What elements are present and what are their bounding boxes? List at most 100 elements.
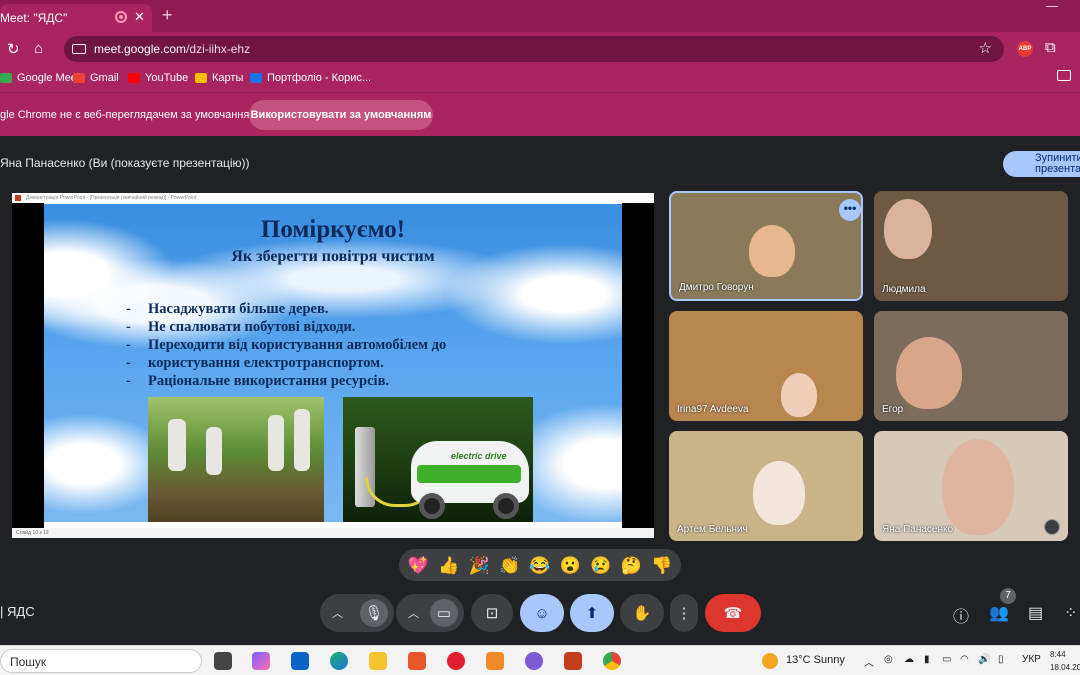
- participant-name: Дмитро Говорун: [679, 282, 754, 293]
- browser-toolbar: ↻ ⌂ meet.google.com/dzi-iihx-ehz ☆ ABP ⧉: [0, 32, 1080, 66]
- participant-video: [781, 373, 817, 417]
- microphone-icon[interactable]: 🎙: [360, 599, 388, 627]
- slide-bullet-continuation: користування електротранспортом.: [126, 354, 446, 372]
- extensions-icon[interactable]: ⧉: [1045, 39, 1056, 56]
- bookmark-youtube[interactable]: YouTube: [128, 72, 188, 84]
- portfolio-icon: [250, 73, 262, 83]
- thumbs-down-reaction-icon[interactable]: 👎: [651, 557, 672, 574]
- clock-date: 18.04.20: [1050, 663, 1080, 672]
- set-default-button[interactable]: Використовувати за умовчанням: [249, 100, 433, 130]
- file-explorer-icon[interactable]: [369, 652, 387, 670]
- bookmark-maps[interactable]: Карты: [195, 72, 243, 84]
- app-icon[interactable]: [486, 652, 504, 670]
- stop-presenting-button[interactable]: Зупинити презентацію: [1003, 151, 1080, 177]
- app-icon[interactable]: [408, 652, 426, 670]
- sparkling-heart-reaction-icon[interactable]: 💖: [408, 557, 429, 574]
- edge-icon[interactable]: [330, 652, 348, 670]
- bookmarks-bar: Google Meet Gmail YouTube Карты Портфолі…: [0, 66, 1080, 92]
- folder-icon[interactable]: [1057, 70, 1071, 81]
- tray-chevron-icon[interactable]: ︿: [864, 654, 874, 669]
- more-options-icon[interactable]: •••: [839, 199, 861, 221]
- participant-tile[interactable]: Артем Бельнич: [669, 431, 863, 541]
- participant-video: [749, 225, 795, 277]
- participant-tile[interactable]: Людмила: [874, 191, 1068, 301]
- participant-tile[interactable]: Яна Панасенко: [874, 431, 1068, 541]
- minimize-icon[interactable]: [1046, 6, 1058, 7]
- copilot-icon[interactable]: [252, 652, 270, 670]
- stop-label-line2: презентацію: [1035, 163, 1080, 175]
- chat-icon[interactable]: ▤: [1028, 603, 1043, 623]
- browser-tab[interactable]: Meet: "ЯДС" ✕: [0, 4, 152, 32]
- surprised-reaction-icon[interactable]: 😮: [560, 557, 581, 574]
- volume-icon[interactable]: 🔊: [978, 654, 990, 665]
- slide-bullet: Переходити від користування автомобілем …: [126, 336, 446, 354]
- ppt-status-bar: Слайд 10 з 12: [12, 528, 654, 538]
- person-figure: [206, 427, 222, 475]
- activities-icon[interactable]: ⁘: [1064, 603, 1077, 623]
- wifi-icon[interactable]: ◠: [960, 654, 969, 665]
- taskbar-search[interactable]: Пошук: [0, 649, 202, 673]
- thinking-reaction-icon[interactable]: 🤔: [621, 557, 642, 574]
- slide-letterbox-left: [12, 203, 44, 528]
- microphone-control: ︿ 🎙: [320, 594, 394, 632]
- powerpoint-taskbar-icon[interactable]: [564, 652, 582, 670]
- language-indicator[interactable]: УКР: [1022, 654, 1041, 665]
- close-tab-icon[interactable]: ✕: [134, 9, 145, 25]
- more-options-button[interactable]: ⋮: [670, 594, 698, 632]
- gmail-icon: [73, 73, 85, 83]
- sad-reaction-icon[interactable]: 😢: [590, 557, 611, 574]
- leave-call-button[interactable]: ☎: [705, 594, 761, 632]
- bookmark-portfolio[interactable]: Портфоліо - Корис...: [250, 72, 371, 84]
- video-options-chevron-icon[interactable]: ︿: [408, 605, 419, 621]
- participant-name: Артем Бельнич: [677, 524, 748, 535]
- new-tab-icon[interactable]: +: [162, 5, 173, 26]
- laugh-reaction-icon[interactable]: 😂: [529, 557, 550, 574]
- tab-bar: Meet: "ЯДС" ✕ +: [0, 0, 1080, 32]
- home-icon[interactable]: ⌂: [34, 40, 43, 57]
- viber-icon[interactable]: [525, 652, 543, 670]
- participant-video: [942, 439, 1014, 535]
- infobar-message: gle Chrome не є веб-переглядачем за умов…: [0, 109, 257, 121]
- party-reaction-icon[interactable]: 🎉: [469, 557, 490, 574]
- people-icon[interactable]: 👥: [989, 603, 1009, 623]
- captions-button[interactable]: ⊡: [471, 594, 513, 632]
- chrome-icon[interactable]: [603, 652, 621, 670]
- audio-options-chevron-icon[interactable]: ︿: [332, 605, 343, 621]
- clap-reaction-icon[interactable]: 👏: [499, 557, 520, 574]
- battery-status-icon[interactable]: ▯: [998, 654, 1004, 665]
- hand-icon: ✋: [632, 605, 652, 622]
- onedrive-icon[interactable]: ☁: [904, 654, 914, 665]
- participant-tile[interactable]: Irina97 Avdeeva: [669, 311, 863, 421]
- raise-hand-button[interactable]: ✋: [620, 594, 664, 632]
- camera-icon[interactable]: ▭: [430, 599, 458, 627]
- bookmark-gmail[interactable]: Gmail: [73, 72, 119, 84]
- ppt-window-titlebar: Демонстрація PowerPoint - [Презентація (…: [12, 193, 654, 203]
- participant-tile[interactable]: Егор: [874, 311, 1068, 421]
- camera-permission-icon[interactable]: [72, 44, 86, 54]
- bookmark-star-icon[interactable]: ☆: [979, 39, 992, 57]
- youtube-icon: [128, 73, 140, 83]
- participant-video: [753, 461, 805, 525]
- reactions-button[interactable]: ☺: [520, 594, 564, 632]
- meeting-info-icon[interactable]: ⓘ: [953, 603, 969, 627]
- address-bar[interactable]: meet.google.com/dzi-iihx-ehz ☆: [64, 36, 1004, 62]
- thumbs-up-reaction-icon[interactable]: 👍: [438, 557, 459, 574]
- reload-icon[interactable]: ↻: [7, 40, 20, 58]
- url-text: meet.google.com/dzi-iihx-ehz: [94, 42, 251, 56]
- bookmark-google-meet[interactable]: Google Meet: [0, 72, 80, 84]
- task-view-icon[interactable]: [214, 652, 232, 670]
- camera-tray-icon[interactable]: ▭: [942, 654, 951, 665]
- opera-icon[interactable]: [447, 652, 465, 670]
- shared-screen: Демонстрація PowerPoint - [Презентація (…: [12, 193, 654, 538]
- tray-app-icon[interactable]: ◎: [884, 654, 893, 665]
- outlook-icon[interactable]: [291, 652, 309, 670]
- battery-icon[interactable]: ▮: [924, 654, 930, 665]
- car-stripe: [417, 465, 521, 483]
- participant-name: Егор: [882, 404, 904, 415]
- present-button[interactable]: ⬆: [570, 594, 614, 632]
- weather-text[interactable]: 13°C Sunny: [786, 654, 845, 666]
- slide-title: Поміркуємо!: [260, 216, 406, 243]
- adblock-plus-icon[interactable]: ABP: [1017, 41, 1033, 57]
- clock[interactable]: 8:44 18.04.20: [1050, 648, 1080, 674]
- participant-tile[interactable]: ••• Дмитро Говорун: [669, 191, 863, 301]
